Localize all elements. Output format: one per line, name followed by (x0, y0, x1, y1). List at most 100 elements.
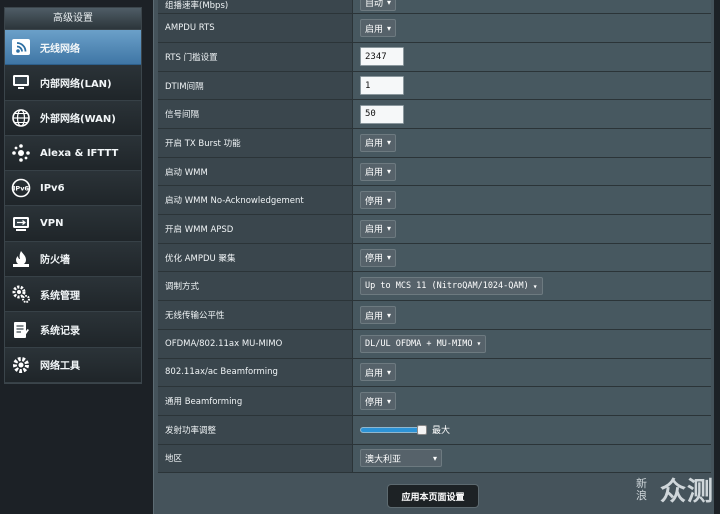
region-select[interactable]: 澳大利亚 ▾ (360, 449, 442, 468)
menu-item-label: 防火墙 (40, 255, 70, 267)
menu-item-label: 无线网络 (40, 43, 80, 55)
universal-beamforming-select[interactable]: 停用 ▾ (360, 392, 397, 411)
slider-thumb[interactable] (417, 424, 427, 435)
setting-label: 优化 AMPDU 聚集 (158, 243, 353, 272)
setting-label: RTS 门槛设置 (158, 42, 353, 71)
airtime-fairness-select[interactable]: 启用 ▾ (360, 306, 397, 325)
wmm-select[interactable]: 启用 ▾ (360, 162, 397, 181)
setting-row-ampdu-rts: AMPDU RTS 启用 ▾ (158, 14, 711, 43)
tx-burst-select[interactable]: 启用 ▾ (360, 133, 397, 152)
setting-label: 组播速率(Mbps) (158, 0, 353, 14)
menu-item-administration[interactable]: 系统管理 (5, 277, 141, 313)
globe-icon (10, 107, 32, 129)
menu-item-label: IPv6 (40, 182, 65, 194)
chevron-down-icon: ▾ (387, 167, 392, 177)
setting-row-beamforming: 802.11ax/ac Beamforming 启用 ▾ (158, 358, 711, 388)
menu-item-wan[interactable]: 外部网络(WAN) (5, 100, 141, 136)
apply-settings-button[interactable]: 应用本页面设置 (387, 484, 479, 508)
wmm-apsd-select[interactable]: 启用 ▾ (360, 219, 397, 238)
chevron-down-icon: ▾ (387, 23, 392, 33)
setting-row-multicast-rate: 组播速率(Mbps) 自动 ▾ (158, 0, 711, 15)
menu-item-label: 内部网络(LAN) (40, 78, 112, 90)
setting-row-wmm-no-ack: 启动 WMM No-Acknowledgement 停用 ▾ (158, 186, 711, 216)
setting-label: 启动 WMM No-Acknowledgement (158, 186, 353, 215)
watermark-line2: 众测 (659, 477, 714, 507)
setting-label: 信号间隔 (158, 100, 353, 129)
setting-label: 无线传输公平性 (158, 301, 353, 329)
menu-item-system-log[interactable]: 系统记录 (5, 312, 141, 348)
setting-row-tx-burst: 开启 TX Burst 功能 启用 ▾ (158, 129, 711, 158)
menu-item-ipv6[interactable]: IPv6 IPv6 (5, 171, 141, 207)
menu-item-label: Alexa & IFTTT (40, 147, 119, 159)
alexa-icon (10, 142, 32, 164)
setting-row-ampdu-aggregation: 优化 AMPDU 聚集 停用 ▾ (158, 243, 711, 273)
chevron-down-icon: ▾ (387, 396, 392, 406)
ampdu-rts-select[interactable]: 启用 ▾ (360, 19, 397, 38)
ipv6-icon: IPv6 (10, 177, 32, 199)
menu-item-label: 系统管理 (40, 290, 80, 302)
setting-row-beacon-interval: 信号间隔 (158, 100, 711, 130)
setting-row-region: 地区 澳大利亚 ▾ (158, 444, 711, 474)
setting-row-dtim-interval: DTIM间隔 (158, 71, 711, 101)
setting-label: 802.11ax/ac Beamforming (158, 358, 353, 387)
menu-item-wireless[interactable]: 无线网络 (5, 30, 141, 66)
svg-text:IPv6: IPv6 (13, 185, 29, 193)
log-icon (10, 319, 32, 341)
tx-power-value: 最大 (432, 426, 451, 437)
setting-row-airtime-fairness: 无线传输公平性 启用 ▾ (158, 301, 711, 330)
watermark-line1: 新浪 (635, 476, 649, 502)
menu-item-label: 外部网络(WAN) (40, 114, 116, 126)
wifi-icon (10, 36, 32, 58)
setting-label: 开启 TX Burst 功能 (158, 129, 353, 157)
menu-item-label: VPN (40, 218, 64, 230)
beacon-interval-input[interactable] (360, 104, 404, 124)
beamforming-select[interactable]: 启用 ▾ (360, 363, 397, 382)
menu-item-lan[interactable]: 内部网络(LAN) (5, 65, 141, 101)
tools-icon (10, 354, 32, 376)
setting-label: 调制方式 (158, 272, 353, 301)
settings-table: 组播速率(Mbps) 自动▾ AMPDU RTS 启用▾ RTS 门槛设置 DT… (158, 0, 711, 474)
setting-label: 开启 WMM APSD (158, 215, 353, 243)
lan-icon (10, 71, 32, 93)
gear-icon (10, 283, 32, 305)
multicast-rate-select[interactable]: 自动 ▾ (360, 0, 397, 12)
advanced-settings-menu: 高级设置 无线网络 内部网络(LAN) 外部网络(WAN) Alexa & IF… (4, 7, 142, 384)
wmm-no-ack-select[interactable]: 停用 ▾ (360, 191, 397, 210)
setting-label: 通用 Beamforming (158, 387, 353, 415)
setting-label: OFDMA/802.11ax MU-MIMO (158, 329, 353, 358)
slider-fill (361, 427, 423, 432)
firewall-icon (10, 248, 32, 270)
tx-power-slider[interactable] (360, 424, 427, 435)
wireless-professional-settings: 组播速率(Mbps) 自动▾ AMPDU RTS 启用▾ RTS 门槛设置 DT… (153, 0, 714, 514)
modulation-select[interactable]: Up to MCS 11 (NitroQAM/1024-QAM) ▾ (360, 277, 543, 296)
chevron-down-icon: ▾ (532, 281, 538, 291)
chevron-down-icon: ▾ (387, 138, 392, 148)
setting-row-wmm: 启动 WMM 启用 ▾ (158, 157, 711, 187)
ofdma-mu-mimo-select[interactable]: DL/UL OFDMA + MU-MIMO ▾ (360, 334, 487, 353)
setting-label: 地区 (158, 444, 353, 473)
rts-threshold-input[interactable] (360, 47, 404, 67)
chevron-down-icon: ▾ (387, 195, 392, 205)
setting-label: 发射功率调整 (158, 415, 353, 444)
setting-label: AMPDU RTS (158, 14, 353, 42)
chevron-down-icon: ▾ (387, 310, 392, 320)
setting-row-ofdma-mu-mimo: OFDMA/802.11ax MU-MIMO DL/UL OFDMA + MU-… (158, 329, 711, 359)
setting-row-rts-threshold: RTS 门槛设置 (158, 42, 711, 72)
chevron-down-icon: ▾ (387, 224, 392, 234)
chevron-down-icon: ▾ (387, 253, 392, 263)
ampdu-aggregation-select[interactable]: 停用 ▾ (360, 248, 397, 267)
setting-label: 启动 WMM (158, 157, 353, 186)
watermark: 新浪 众测 (636, 471, 714, 508)
setting-row-wmm-apsd: 开启 WMM APSD 启用 ▾ (158, 215, 711, 244)
menu-item-network-tools[interactable]: 网络工具 (5, 347, 141, 383)
menu-item-label: 网络工具 (40, 361, 80, 373)
menu-title: 高级设置 (5, 8, 141, 30)
menu-item-firewall[interactable]: 防火墙 (5, 241, 141, 278)
chevron-down-icon: ▾ (387, 0, 392, 7)
vpn-icon (10, 213, 32, 235)
chevron-down-icon: ▾ (387, 367, 392, 377)
dtim-interval-input[interactable] (360, 76, 404, 96)
setting-row-tx-power: 发射功率调整 最大 (158, 415, 711, 445)
menu-item-alexa-ifttt[interactable]: Alexa & IFTTT (5, 135, 141, 172)
menu-item-vpn[interactable]: VPN (5, 206, 141, 242)
